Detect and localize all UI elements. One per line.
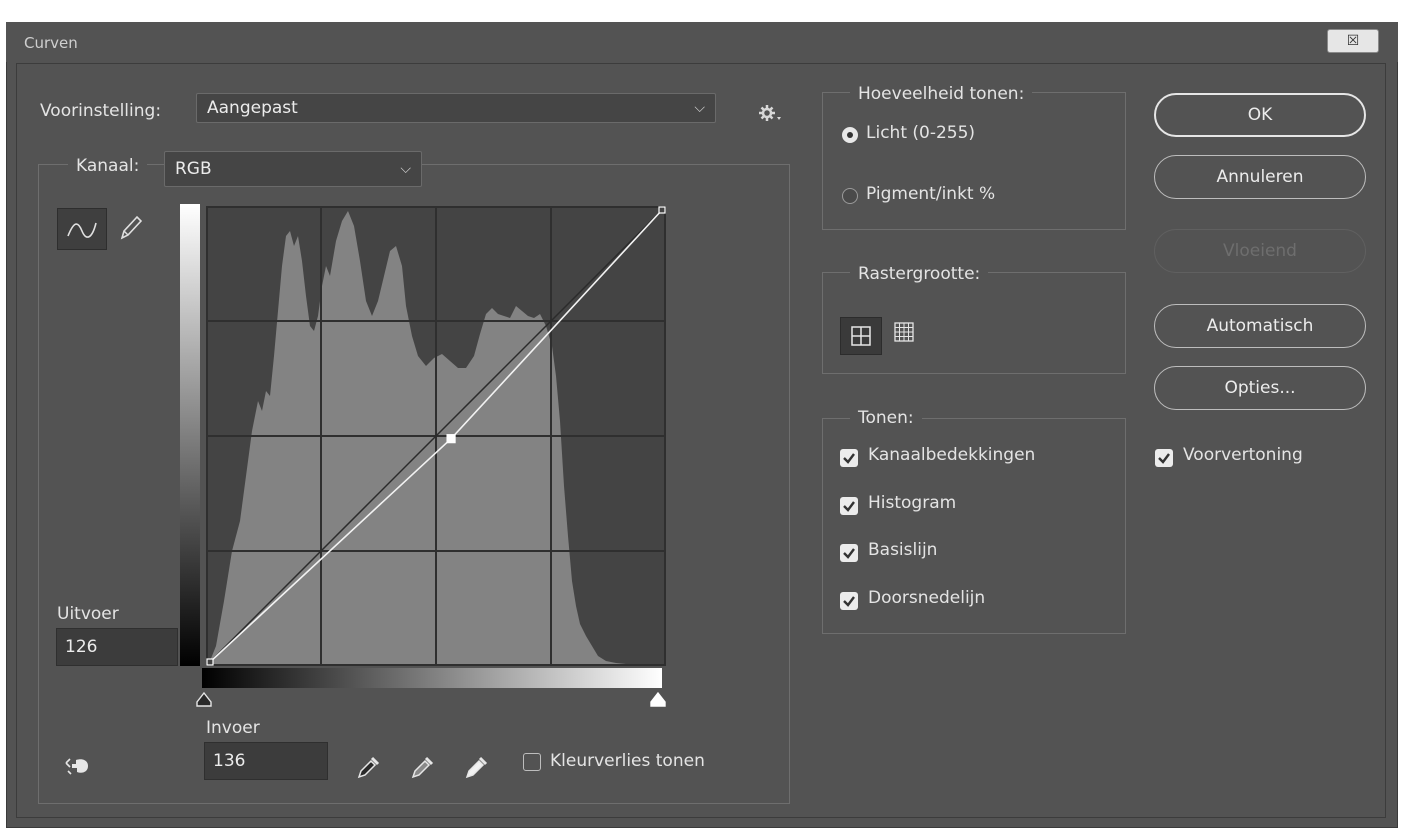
black-point-slider-icon[interactable] <box>195 691 213 712</box>
cancel-button[interactable]: Annuleren <box>1154 155 1366 199</box>
channel-overlays-checkbox[interactable] <box>840 449 858 467</box>
intersection-line-checkbox[interactable] <box>840 592 858 610</box>
output-gradient-bar <box>180 204 200 666</box>
channel-value: RGB <box>175 159 212 179</box>
simple-grid-icon[interactable] <box>840 317 882 355</box>
baseline-checkbox[interactable] <box>840 544 858 562</box>
black-eyedropper-icon[interactable] <box>356 754 382 784</box>
targeted-adjustment-icon[interactable] <box>64 754 94 782</box>
curve-point-selected <box>446 434 456 444</box>
baseline-label: Basislijn <box>868 540 938 560</box>
pigment-radio-label: Pigment/inkt % <box>866 184 996 204</box>
preset-value: Aangepast <box>207 98 298 118</box>
light-radio-label: Licht (0-255) <box>866 123 976 143</box>
chevron-down-icon: ⌵ <box>400 161 411 177</box>
ok-button[interactable]: OK <box>1154 93 1366 137</box>
channel-label: Kanaal: <box>68 156 148 176</box>
white-point-slider-icon[interactable] <box>649 691 667 712</box>
curve-point <box>658 206 666 214</box>
histogram-label: Histogram <box>868 493 957 513</box>
preset-label: Voorinstelling: <box>40 101 162 121</box>
histogram-checkbox[interactable] <box>840 497 858 515</box>
gear-icon[interactable] <box>758 104 782 128</box>
show-clipping-checkbox[interactable] <box>523 753 541 771</box>
detailed-grid-icon[interactable] <box>892 320 916 348</box>
intersection-line-label: Doorsnedelijn <box>868 588 986 608</box>
dialog-title: Curven <box>24 34 78 52</box>
tone-amount-group <box>822 92 1126 230</box>
light-radio[interactable] <box>842 127 858 143</box>
preview-checkbox[interactable] <box>1155 449 1173 467</box>
white-eyedropper-icon[interactable] <box>464 754 490 784</box>
channel-select[interactable]: RGB ⌵ <box>164 151 422 187</box>
curve-graph[interactable] <box>206 206 666 666</box>
grid-size-legend: Rastergrootte: <box>850 264 989 284</box>
pigment-radio[interactable] <box>842 188 858 204</box>
output-field[interactable]: 126 <box>56 628 178 666</box>
show-clipping-label: Kleurverlies tonen <box>550 751 705 771</box>
close-button[interactable]: ☒ <box>1327 29 1379 53</box>
tone-amount-legend: Hoeveelheid tonen: <box>850 84 1033 104</box>
options-button[interactable]: Opties... <box>1154 366 1366 410</box>
input-gradient-bar <box>202 668 662 688</box>
output-label: Uitvoer <box>57 604 119 624</box>
title-bar[interactable] <box>6 22 1398 62</box>
preview-label: Voorvertoning <box>1183 445 1303 465</box>
pencil-icon[interactable] <box>116 212 144 246</box>
show-legend: Tonen: <box>850 408 922 428</box>
close-icon: ☒ <box>1346 33 1360 49</box>
curve-point <box>206 658 214 666</box>
curve-point-tool-icon[interactable] <box>57 208 107 250</box>
preset-select[interactable]: Aangepast ⌵ <box>196 93 716 123</box>
chevron-down-icon: ⌵ <box>694 100 705 116</box>
auto-button[interactable]: Automatisch <box>1154 304 1366 348</box>
input-field[interactable]: 136 <box>204 742 328 780</box>
input-label: Invoer <box>206 718 260 738</box>
smooth-button[interactable]: Vloeiend <box>1154 229 1366 273</box>
gray-eyedropper-icon[interactable] <box>410 754 436 784</box>
channel-overlays-label: Kanaalbedekkingen <box>868 445 1036 465</box>
